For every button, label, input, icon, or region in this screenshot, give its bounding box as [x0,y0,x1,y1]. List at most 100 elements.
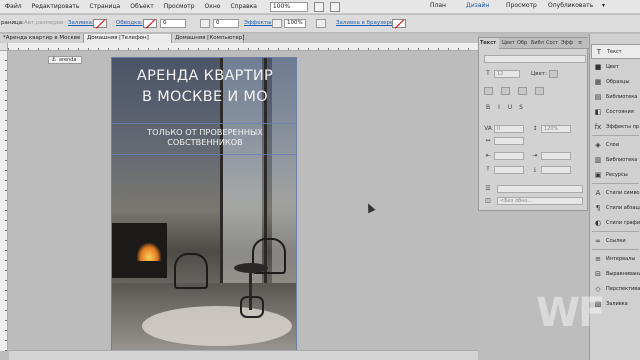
tab-effects[interactable]: Эфф [560,38,574,49]
text-style-select[interactable]: <Без обно... [497,197,583,205]
color-label: Цвет: [531,71,547,77]
status-bar [9,350,478,360]
underline-icon[interactable]: U [506,104,514,112]
dock-item-hyperlinks[interactable]: ∞ Ссылки [591,233,640,248]
hero-title-line-2: В МОСКВЕ И МО [142,89,268,105]
font-size-input[interactable]: 12 [494,70,520,78]
space-after-input[interactable] [541,166,571,174]
color-icon: ■ [594,62,602,71]
view-options-icon[interactable] [313,1,324,12]
panel-menu-icon[interactable]: ≡ [577,38,587,49]
dock-item-layers[interactable]: ◈ Слои [591,137,640,152]
dock-item-library-2[interactable]: ▥ Библиотека [591,152,640,167]
workspace-publish[interactable]: Опубликовать [548,2,593,9]
space-before-input[interactable] [494,166,524,174]
fill-swatch[interactable] [93,19,107,28]
corner-options-icon[interactable] [200,19,210,28]
dock-item-char-styles[interactable]: A Стили симво [591,185,640,200]
tab-text[interactable]: Текст [479,38,499,49]
menu-view[interactable]: Просмотр [159,3,200,10]
app-window: Файл Редактировать Страница Объект Просм… [0,0,640,360]
workspace-plan[interactable]: План [430,2,446,9]
page-name-tag[interactable]: ⚓ arenda [48,56,82,64]
stroke-label[interactable]: Обводка: [116,20,143,26]
browser-fill-label[interactable]: Заливка в браузере: [336,20,395,26]
dock-item-label: Библиотека [606,93,638,100]
menu-help[interactable]: Справка [225,3,261,10]
align-justify-button[interactable] [535,87,544,95]
stroke-width-input[interactable]: 0 [160,19,186,28]
horizontal-ruler[interactable] [8,43,478,51]
workspace-preview[interactable]: Просмотр [506,2,537,9]
dock-item-effects[interactable]: fx Эффекты пр [591,119,640,134]
tab-library[interactable]: Библ [530,38,544,49]
bold-icon[interactable]: B [484,104,492,112]
workspace-design[interactable]: Дизайн [466,2,489,9]
page-size-value[interactable]: Авт.размеров [24,20,63,26]
vertical-ruler[interactable] [0,51,8,351]
dock-item-color[interactable]: ■ Цвет [591,59,640,74]
menu-window[interactable]: Окно [200,3,226,10]
tracking-input[interactable] [494,137,524,145]
tab-home-phone[interactable]: Домашняя [Телефон] [84,34,172,43]
dock-item-states[interactable]: ◧ Состояния [591,104,640,119]
dock-item-label: Ресурсы [606,171,628,178]
dock-item-label: Образцы [606,78,630,85]
screen-mode-icon[interactable] [329,1,340,12]
dock-item-align[interactable]: ⊟ Выравнивание [591,266,640,281]
ruler-origin[interactable] [0,43,8,51]
menu-object[interactable]: Объект [125,3,158,10]
text-color-swatch[interactable] [549,70,558,78]
hero-subtitle[interactable]: ТОЛЬКО ОТ ПРОВЕРЕННЫХ СОБСТВЕННИКОВ [112,127,296,147]
text-panel: Текст Цвет Обр Библ Сост Эфф ≡ T 12 Цвет… [478,37,589,211]
list-style-select[interactable] [497,185,583,193]
dock-item-assets[interactable]: ▣ Ресурсы [591,167,640,182]
kerning-input[interactable]: 0 [494,125,524,133]
font-family-select[interactable] [484,55,586,63]
dock-divider [592,135,639,136]
chevron-down-icon[interactable]: ▾ [602,2,605,9]
corner-radius-input[interactable]: 0 [213,19,239,28]
clip-content-icon[interactable] [316,19,326,28]
menu-file[interactable]: Файл [0,3,27,10]
align-center-button[interactable] [501,87,510,95]
opacity-icon[interactable] [272,19,282,28]
indent-right-input[interactable] [541,152,571,160]
dock-item-swatches[interactable]: ▦ Образцы [591,74,640,89]
dock-divider [592,183,639,184]
align-right-button[interactable] [518,87,527,95]
opacity-input[interactable]: 100% [284,19,306,28]
browser-fill-swatch[interactable] [392,19,406,28]
tab-states[interactable]: Сост [545,38,559,49]
menu-edit[interactable]: Редактировать [27,3,85,10]
menu-page[interactable]: Страница [84,3,125,10]
zoom-select[interactable]: 100% [269,1,308,12]
guide-line[interactable] [112,154,296,155]
indent-right-icon: ⇥ [532,152,538,159]
guide-line[interactable] [112,123,296,124]
tab-color[interactable]: Цвет [501,38,515,49]
stroke-swatch[interactable] [143,19,157,28]
dock-item-graphic-styles[interactable]: ◐ Стили графи [591,215,640,230]
tab-arenda[interactable]: *Аренда квартир в Москве [0,34,84,43]
library-icon: ▤ [594,92,602,101]
menu-bar: Файл Редактировать Страница Объект Просм… [0,0,640,14]
hero-title[interactable]: АРЕНДА КВАРТИР В МОСКВЕ И МО [112,66,296,108]
basket-image [240,296,264,318]
indent-left-input[interactable] [494,152,524,160]
italic-icon[interactable]: I [495,104,503,112]
hero-subtitle-line-2: СОБСТВЕННИКОВ [167,137,243,147]
dock-item-library[interactable]: ▤ Библиотека [591,89,640,104]
fill-label[interactable]: Заливка: [68,20,94,26]
line-height-input[interactable]: 120% [541,125,571,133]
effects-label[interactable]: Эффекты: [244,20,273,26]
dock-item-text[interactable]: T Текст [591,44,640,59]
align-left-button[interactable] [484,87,493,95]
kerning-icon: VA [484,125,492,132]
dock-item-spacing[interactable]: ≡ Интервалы [591,251,640,266]
tab-home-desktop[interactable]: Домашняя [Компьютер] [172,34,244,43]
tab-swatches[interactable]: Обр [516,38,529,49]
dock-item-para-styles[interactable]: ¶ Стили абзаца [591,200,640,215]
page-artboard[interactable]: АРЕНДА КВАРТИР В МОСКВЕ И МО ТОЛЬКО ОТ П… [111,57,297,352]
strikethrough-icon[interactable]: S [517,104,525,112]
